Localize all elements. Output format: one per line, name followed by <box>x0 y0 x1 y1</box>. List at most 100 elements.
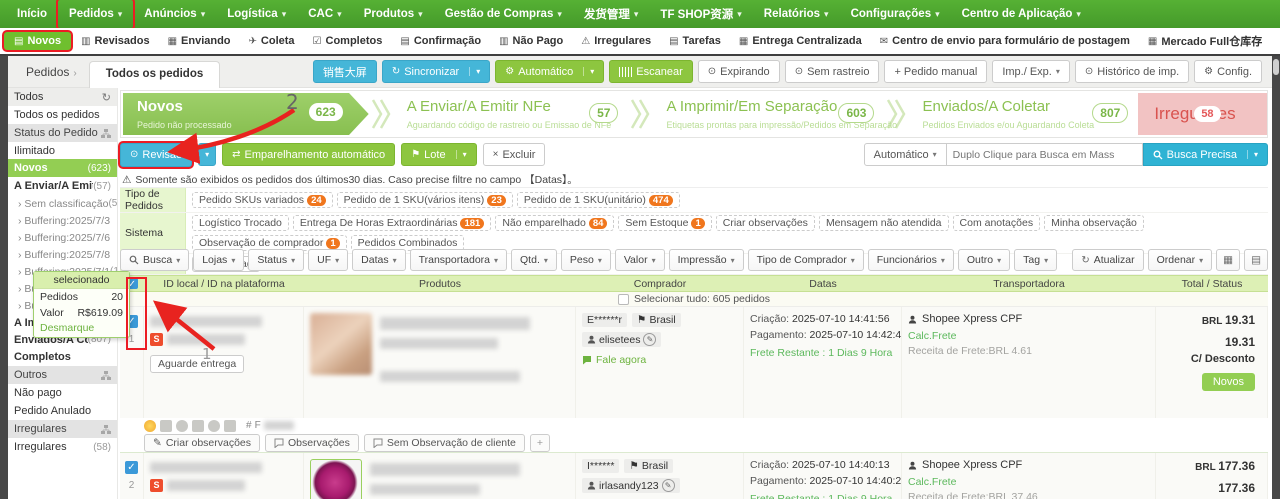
scrollbar-track[interactable] <box>1272 56 1280 499</box>
filter-chip-com-anotacoes[interactable]: Com anotações <box>952 215 1041 231</box>
tag-dropdown[interactable]: Tag ▾ <box>1014 249 1058 271</box>
share-icon[interactable] <box>208 419 220 432</box>
breadcrumb-root[interactable]: Pedidos <box>26 65 69 79</box>
toolbar-item-nao-pago[interactable]: ▥ Não Pago <box>491 32 571 50</box>
menu-item-inicio[interactable]: Início <box>6 0 58 28</box>
busca-dropdown[interactable]: Busca ▾ <box>120 249 190 271</box>
sidebar-item-a-enviar[interactable]: A Enviar/A Emitir NF(57) <box>8 177 117 195</box>
username-chip[interactable]: elisetees ✎ <box>582 332 662 347</box>
filter-chip-1sku-unitario[interactable]: Pedido de 1 SKU(unitário) 474 <box>516 192 680 208</box>
toolbar-item-novos[interactable]: ▤ Novos <box>4 32 72 50</box>
toolbar-item-completos[interactable]: ☑ Completos <box>305 32 391 50</box>
deselect-link[interactable]: Desmarque <box>34 321 129 337</box>
impressao-dropdown[interactable]: Impressão ▾ <box>668 249 744 271</box>
toolbar-item-entrega-centralizada[interactable]: ▦ Entrega Centralizada <box>731 32 870 50</box>
chat-now-link[interactable]: Fale agora <box>582 354 737 366</box>
sidebar-item-pedido-anulado[interactable]: Pedido Anulado <box>8 402 117 420</box>
menu-item-fahuo-guanli[interactable]: 发货管理 ▾ <box>573 0 650 28</box>
product-thumbnail[interactable] <box>310 459 362 499</box>
caret-down-icon[interactable]: ▾ <box>455 150 467 159</box>
grid-view-button[interactable]: ▦ <box>1216 249 1241 271</box>
menu-item-logistica[interactable]: Logística ▾ <box>216 0 297 28</box>
filter-chip-1sku-varios[interactable]: Pedido de 1 SKU(vários itens) 23 <box>336 192 513 208</box>
toolbar-item-mercado-full-estoque[interactable]: ▦ Mercado Full仓库存 <box>1140 30 1270 52</box>
transportadora-dropdown[interactable]: Transportadora ▾ <box>409 249 508 271</box>
no-client-observation-button[interactable]: Sem Observação de cliente <box>363 434 525 452</box>
sidebar-item-ilimitado[interactable]: Ilimitado <box>8 142 117 159</box>
row-checkbox[interactable]: ✓ <box>125 461 138 474</box>
sidebar-item-nao-pago[interactable]: Não pago <box>8 384 117 402</box>
filter-chip-mensagem-nao-atendida[interactable]: Mensagem não atendida <box>818 215 949 231</box>
config-button[interactable]: ⚙ Config. <box>1194 60 1262 83</box>
status-dropdown[interactable]: Status ▾ <box>248 249 305 271</box>
select-all-605-checkbox[interactable] <box>617 293 629 305</box>
filter-chip-sem-estoque[interactable]: Sem Estoque 1 <box>618 215 712 231</box>
tipo-comprador-dropdown[interactable]: Tipo de Comprador ▾ <box>747 249 864 271</box>
menu-item-centro-de-aplicacao[interactable]: Centro de Aplicação ▾ <box>951 0 1092 28</box>
sidebar-item-buffering-1[interactable]: › Buffering:2025/7/3 <box>8 212 117 229</box>
edit-buyer-icon[interactable]: ✎ <box>661 479 675 492</box>
sync-button[interactable]: ↻ Sincronizar ▾ <box>381 60 491 83</box>
observations-button[interactable]: Observações <box>265 434 359 452</box>
menu-item-cac[interactable]: CAC ▾ <box>297 0 352 28</box>
filter-chip-minha-observacao[interactable]: Minha observação <box>1044 215 1144 231</box>
row-status-button[interactable]: Novos <box>1201 373 1255 391</box>
funcionarios-dropdown[interactable]: Funcionários ▾ <box>867 249 954 271</box>
filter-chip-nao-emparelhado[interactable]: Não emparelhado 84 <box>495 215 615 231</box>
menu-item-produtos[interactable]: Produtos ▾ <box>353 0 434 28</box>
no-tracking-button[interactable]: ⊙ Sem rastreio <box>784 60 880 83</box>
peso-dropdown[interactable]: Peso ▾ <box>560 249 611 271</box>
sidebar-item-todos[interactable]: Todos ↻ <box>8 88 117 106</box>
qtd-dropdown[interactable]: Qtd. ▾ <box>511 249 557 271</box>
pipeline-card-novos[interactable]: Novos Pedido não processado 623 <box>123 93 369 135</box>
refresh-button[interactable]: ↻ Atualizar <box>1072 249 1144 271</box>
toolbar-item-irregulares[interactable]: ⚠ Irregulares <box>573 32 659 50</box>
refresh-icon[interactable]: ↻ <box>102 91 111 104</box>
edit-buyer-icon[interactable]: ✎ <box>643 333 657 346</box>
toolbar-item-confirmacao[interactable]: ▤ Confirmação <box>392 32 489 50</box>
toolbar-item-enviando[interactable]: ▦ Enviando <box>160 32 239 50</box>
import-history-button[interactable]: ⊙ Histórico de imp. <box>1074 60 1190 83</box>
sidebar-item-sem-classificacao[interactable]: › Sem classificação(55) <box>8 195 117 212</box>
auto-button[interactable]: ⚙ Automático ▾ <box>495 60 605 83</box>
menu-item-relatorios[interactable]: Relatórios ▾ <box>753 0 840 28</box>
pipeline-card-enviados[interactable]: Enviados/A Coletar Pedidos Enviados e/ou… <box>908 93 1138 135</box>
tab-todos-os-pedidos[interactable]: Todos os pedidos <box>88 60 221 88</box>
sidebar-item-completos[interactable]: Completos <box>8 348 117 366</box>
pipeline-card-a-enviar[interactable]: A Enviar/A Emitir NFe Aguardando código … <box>393 93 629 135</box>
review-button[interactable]: ⊙ Revisão <box>120 142 193 167</box>
list-view-button[interactable]: ▤ <box>1244 249 1268 271</box>
sidebar-section-status-do-pedido[interactable]: Status do Pedido <box>8 124 117 142</box>
mass-search-input[interactable] <box>946 143 1143 166</box>
toolbar-item-coleta[interactable]: ✈ Coleta <box>241 32 303 50</box>
sales-screen-button[interactable]: 销售大屏 <box>312 60 377 83</box>
close-icon[interactable] <box>224 419 236 432</box>
coin-icon[interactable] <box>144 419 156 432</box>
expiring-button[interactable]: ⊙ Expirando <box>697 60 780 83</box>
menu-item-tf-shop[interactable]: TF SHOP资源 ▾ <box>649 0 752 28</box>
sidebar-section-irregulares[interactable]: Irregulares <box>8 420 117 438</box>
menu-item-pedidos[interactable]: Pedidos ▾ <box>58 0 133 28</box>
lojas-dropdown[interactable]: Lojas ▾ <box>193 249 245 271</box>
doc-icon[interactable] <box>160 419 172 432</box>
datas-dropdown[interactable]: Datas ▾ <box>352 249 406 271</box>
sidebar-item-buffering-2[interactable]: › Buffering:2025/7/6 <box>8 229 117 246</box>
caret-down-icon[interactable]: ▾ <box>1246 150 1258 159</box>
manual-order-button[interactable]: + Pedido manual <box>884 60 988 83</box>
search-mode-dropdown[interactable]: Automático ▾ <box>863 143 947 166</box>
filter-chip-criar-observacoes[interactable]: Criar observações <box>715 215 815 231</box>
create-observation-button[interactable]: ✎ Criar observações <box>144 434 261 452</box>
delete-button[interactable]: × Excluir <box>482 143 546 166</box>
review-caret-button[interactable]: ▾ <box>198 143 217 166</box>
scan-button[interactable]: Escanear <box>609 60 693 83</box>
outro-dropdown[interactable]: Outro ▾ <box>957 249 1011 271</box>
sidebar-item-todos-os-pedidos[interactable]: Todos os pedidos <box>8 106 117 124</box>
import-export-button[interactable]: Imp./ Exp. ▾ <box>992 60 1070 83</box>
chat-bubble-icon[interactable] <box>176 419 188 432</box>
calc-freight-link[interactable]: Calc.Frete <box>908 330 1149 342</box>
precise-search-button[interactable]: Busca Precisa ▾ <box>1142 143 1268 166</box>
toolbar-item-tarefas[interactable]: ▤ Tarefas <box>661 32 729 50</box>
pipeline-card-irregulares[interactable]: Irregulares 58 <box>1138 93 1267 135</box>
batch-button[interactable]: ⚑ Lote ▾ <box>401 143 477 166</box>
add-observation-button[interactable]: + <box>529 434 551 452</box>
